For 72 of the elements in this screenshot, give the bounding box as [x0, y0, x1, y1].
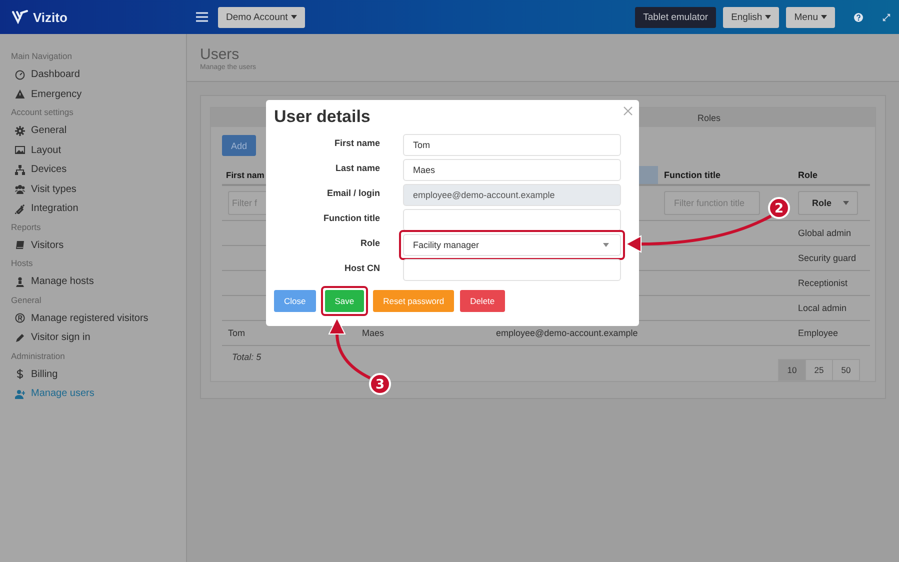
logo-text: Vizito: [33, 10, 68, 24]
sidebar-item[interactable]: Manage hosts: [0, 272, 186, 292]
table-cell: Receptionist: [792, 271, 870, 296]
caret-icon: [290, 15, 297, 19]
person-icon: [15, 276, 25, 287]
input-field[interactable]: Tom: [403, 134, 621, 156]
dropdown-field[interactable]: Facility manager: [403, 234, 621, 256]
table-cell: Employee: [792, 321, 870, 346]
sidebar-heading: Main Navigation: [10, 50, 73, 63]
field-label: Last name: [334, 162, 380, 175]
sidebar-item[interactable]: Visitors: [0, 236, 186, 255]
table-cell: Global admin: [792, 221, 870, 246]
hierarchy-icon: [15, 164, 25, 175]
sidebar-heading: Administration: [10, 350, 66, 362]
field-label: First name: [333, 137, 380, 150]
input-field[interactable]: [403, 209, 621, 231]
registered-icon: [15, 313, 25, 324]
sidebar-item[interactable]: Dashboard: [0, 65, 186, 84]
caret-icon: [821, 15, 827, 19]
dropdown-button[interactable]: Menu: [786, 6, 835, 28]
gear-icon: [15, 126, 25, 136]
plug-icon: [15, 204, 25, 214]
emulator-button[interactable]: Tablet emulator: [635, 6, 716, 28]
input-field[interactable]: [403, 259, 621, 281]
sidebar-item[interactable]: Visitor sign in: [0, 328, 186, 348]
logo-icon: [12, 10, 28, 24]
help-icon[interactable]: [854, 12, 863, 22]
page-title: Users: [200, 45, 240, 64]
dropdown-button[interactable]: English: [723, 6, 780, 28]
page-size-button[interactable]: 50: [832, 359, 860, 381]
sidebar-item[interactable]: Manage registered visitors: [0, 308, 186, 328]
filter-dropdown[interactable]: Role: [798, 191, 858, 215]
column-header[interactable]: Role: [792, 166, 870, 186]
column-header[interactable]: Function title: [658, 166, 792, 186]
caret-icon: [843, 201, 849, 205]
field-label: Role: [359, 237, 380, 250]
table-cell: Local admin: [792, 296, 870, 321]
sidebar-item[interactable]: Layout: [0, 140, 186, 160]
gauge-icon: [15, 70, 25, 80]
field-label: Function title: [322, 212, 380, 225]
sidebar-item[interactable]: Integration: [0, 199, 186, 218]
expand-icon[interactable]: [882, 12, 891, 22]
sidebar-item[interactable]: Billing: [0, 364, 186, 384]
pencil-icon: [15, 332, 25, 343]
modal-title: User details: [274, 106, 372, 128]
dollar-icon: [15, 369, 25, 380]
sidebar-heading: Hosts: [10, 257, 34, 270]
sidebar-item[interactable]: Visit types: [0, 180, 186, 199]
field-label: Host CN: [344, 262, 380, 275]
table-cell: Security guard: [792, 246, 870, 271]
input-field[interactable]: Maes: [403, 159, 621, 181]
account-dropdown[interactable]: Demo Account: [218, 6, 305, 28]
users-icon: [15, 184, 25, 194]
page-size-button[interactable]: 25: [805, 359, 833, 381]
image-icon: [15, 145, 25, 156]
sidebar-item[interactable]: Emergency: [0, 84, 186, 104]
field-label: Email / login: [326, 187, 380, 200]
page-size-button[interactable]: 10: [778, 359, 806, 381]
menu-icon[interactable]: [196, 12, 208, 22]
book-icon: [15, 240, 25, 250]
user-plus-icon: [15, 388, 25, 399]
sidebar-heading: General: [10, 294, 42, 306]
caret-icon: [765, 15, 772, 19]
sidebar-heading: Reports: [10, 220, 42, 234]
caret-icon: [603, 243, 609, 247]
warning-icon: [15, 89, 25, 100]
sidebar-item[interactable]: General: [0, 121, 186, 140]
tab[interactable]: Roles: [543, 108, 875, 127]
sidebar-heading: Account settings: [10, 106, 74, 119]
total-count: Total: 5: [231, 351, 262, 362]
sidebar-item[interactable]: Devices: [0, 160, 186, 180]
dialog-button[interactable]: Delete: [460, 290, 505, 312]
